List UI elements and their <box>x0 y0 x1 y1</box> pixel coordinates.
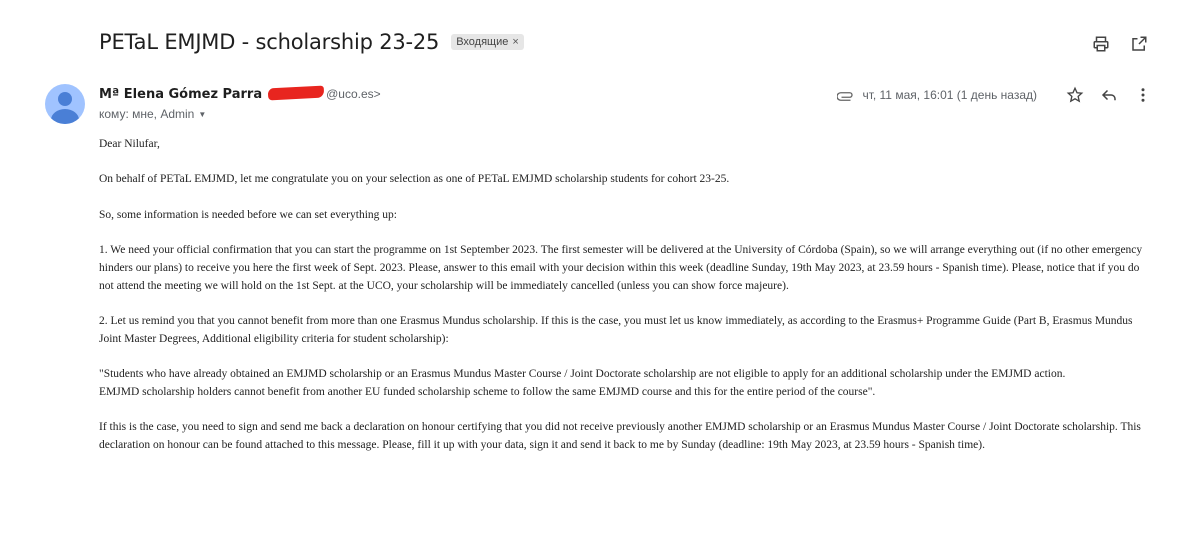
print-icon[interactable] <box>1091 34 1111 54</box>
attachment-icon <box>836 85 856 105</box>
body-paragraph-declaration: If this is the case, you need to sign an… <box>99 421 1141 451</box>
greeting: Dear Nilufar, <box>99 138 160 150</box>
remove-label-button[interactable]: × <box>512 36 518 48</box>
avatar-person-icon <box>58 92 72 106</box>
body-paragraph-congrats: On behalf of PETaL EMJMD, let me congrat… <box>99 173 730 186</box>
message-meta: чт, 11 мая, 16:01 (1 день назад) <box>826 85 1153 105</box>
message-date: чт, 11 мая, 16:01 (1 день назад) <box>862 88 1037 102</box>
body-paragraph-confirmation: 1. We need your official confirmation th… <box>99 244 1143 292</box>
quote-line-2: EMJMD scholarship holders cannot benefit… <box>99 385 876 398</box>
body-paragraph-reminder: 2. Let us remind you that you cannot ben… <box>99 314 1133 345</box>
recipients-line: кому: мне, Admin ▼ <box>99 107 206 121</box>
more-vertical-icon[interactable] <box>1133 85 1153 105</box>
email-subject: PETaL EMJMD - scholarship 23-25 <box>99 30 440 54</box>
quote-line-1: "Students who have already obtained an E… <box>99 368 1066 381</box>
sender-row: Mª Elena Gómez Parra @uco.es> <box>99 85 381 102</box>
sender-name[interactable]: Mª Elena Gómez Parra <box>99 87 262 102</box>
inbox-label-chip[interactable]: Входящие × <box>451 34 524 50</box>
redaction-mark <box>267 85 325 101</box>
body-paragraph-quote: "Students who have already obtained an E… <box>99 366 1155 401</box>
star-icon[interactable] <box>1065 85 1085 105</box>
sender-email: @uco.es> <box>326 87 381 101</box>
inbox-label-text: Входящие <box>456 36 509 48</box>
sender-avatar[interactable] <box>45 84 85 124</box>
open-in-new-window-icon[interactable] <box>1129 34 1149 54</box>
subject-row: PETaL EMJMD - scholarship 23-25 Входящие… <box>99 30 524 54</box>
thread-actions <box>1091 34 1149 54</box>
reply-icon[interactable] <box>1099 85 1119 105</box>
email-body: Dear Nilufar, On behalf of PETaL EMJMD, … <box>99 136 1155 472</box>
body-paragraph-intro: So, some information is needed before we… <box>99 208 397 221</box>
recipients-text: кому: мне, Admin <box>99 107 195 121</box>
show-details-dropdown-icon[interactable]: ▼ <box>198 110 206 119</box>
